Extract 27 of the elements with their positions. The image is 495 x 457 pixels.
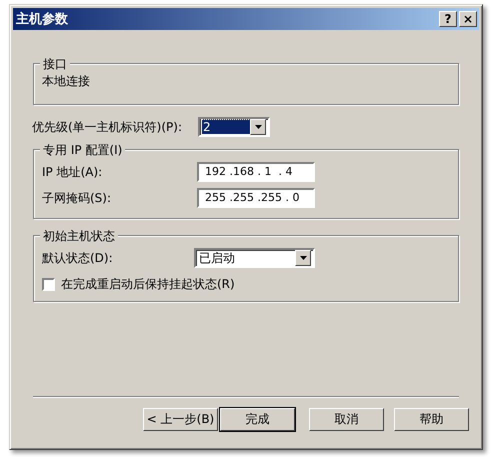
group-title: 接口 [40, 56, 70, 73]
group-title: 初始主机状态 [40, 228, 118, 245]
priority-dropdown[interactable]: 2 [198, 117, 270, 137]
close-button[interactable]: × [459, 11, 477, 27]
dropdown-button[interactable] [250, 119, 266, 135]
interface-name: 本地连接 [42, 73, 91, 90]
field-label: 默认状态(D): [42, 250, 114, 266]
group-title: 专用 IP 配置(I) [40, 142, 126, 159]
state-value: 已启动 [198, 251, 236, 265]
ip-address-field[interactable]: 192 .168 . 1 . 4 [197, 162, 315, 182]
ip-address-field[interactable]: 255 .255 .255 . 0 [197, 188, 315, 208]
dialog-button[interactable]: < 上一步(B) [143, 408, 218, 431]
checkbox-label: 在完成重启动后保持挂起状态(R) [61, 276, 235, 293]
checkbox[interactable] [42, 278, 55, 291]
priority-label: 优先级(单一主机标识符)(P): [32, 118, 184, 136]
dialog-button[interactable]: 帮助 [394, 408, 469, 431]
dropdown-arrow-icon [300, 256, 306, 260]
dialog-button[interactable]: 完成 [220, 408, 295, 431]
dropdown-arrow-icon [254, 125, 262, 129]
dropdown-button[interactable] [295, 250, 311, 266]
field-label: 子网掩码(S): [42, 190, 112, 206]
priority-value: 2 [202, 120, 250, 134]
help-button[interactable]: ? [439, 11, 457, 27]
dialog-button[interactable]: 取消 [309, 408, 384, 431]
state-dropdown[interactable]: 已启动 [194, 248, 315, 268]
window-title: 主机参数 [16, 10, 68, 28]
field-label: IP 地址(A): [42, 164, 104, 180]
